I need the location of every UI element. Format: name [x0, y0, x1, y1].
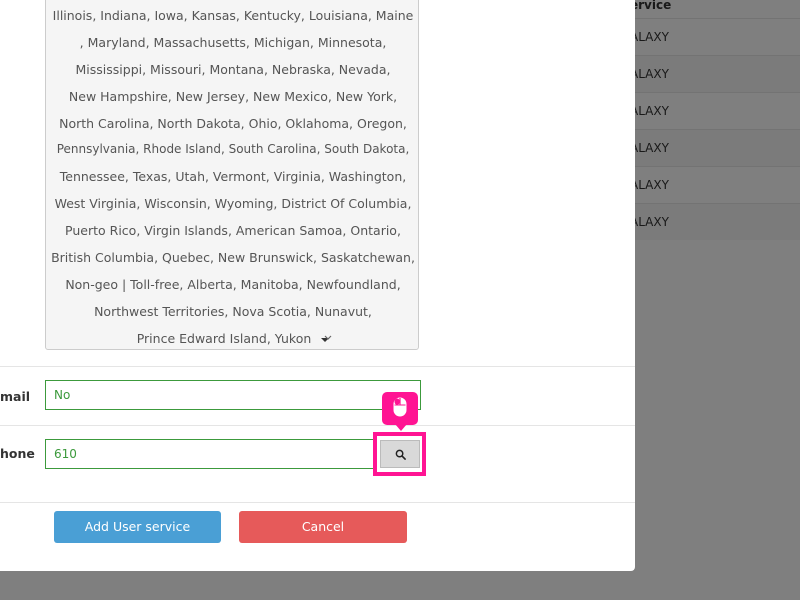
phone-field[interactable]: 610 — [45, 439, 377, 469]
state-option-line[interactable]: Illinois, Indiana, Iowa, Kansas, Kentuck… — [46, 8, 420, 23]
state-option-line[interactable]: West Virginia, Wisconsin, Wyoming, Distr… — [46, 196, 420, 211]
mouse-icon — [393, 397, 407, 421]
state-option-line[interactable]: Puerto Rico, Virgin Islands, American Sa… — [46, 223, 420, 238]
state-option-line[interactable]: North Carolina, North Dakota, Ohio, Okla… — [46, 116, 420, 131]
page: ervice ALAXY ALAXY ALAXY ALAXY ALAXY ALA… — [0, 0, 800, 600]
state-option-text[interactable]: Prince Edward Island, Yukon — [137, 331, 312, 346]
email-label: mail — [0, 389, 31, 404]
state-option-line[interactable]: Tennessee, Texas, Utah, Vermont, Virgini… — [46, 169, 420, 184]
phone-label: hone — [0, 446, 35, 461]
divider — [0, 425, 635, 426]
state-option-line-last[interactable]: Prince Edward Island, Yukon — [46, 331, 420, 346]
add-user-service-modal: Illinois, Indiana, Iowa, Kansas, Kentuck… — [0, 0, 635, 571]
search-icon[interactable] — [395, 445, 406, 464]
state-multiselect[interactable]: Illinois, Indiana, Iowa, Kansas, Kentuck… — [45, 0, 419, 350]
cancel-button[interactable]: Cancel — [239, 511, 407, 543]
state-option-line[interactable]: New Hampshire, New Jersey, New Mexico, N… — [46, 89, 420, 104]
state-option-line[interactable]: , Maryland, Massachusetts, Michigan, Min… — [46, 35, 420, 50]
state-option-line[interactable]: Northwest Territories, Nova Scotia, Nuna… — [46, 304, 420, 319]
divider — [0, 366, 635, 367]
chevron-down-icon[interactable] — [324, 334, 332, 344]
phone-search-button[interactable] — [380, 440, 420, 468]
divider — [0, 502, 635, 503]
state-option-line[interactable]: Mississippi, Missouri, Montana, Nebraska… — [46, 62, 420, 77]
add-user-service-button[interactable]: Add User service — [54, 511, 221, 543]
email-field[interactable]: No — [45, 380, 421, 410]
state-option-line[interactable]: Non-geo | Toll-free, Alberta, Manitoba, … — [46, 277, 420, 292]
state-option-line[interactable]: Pennsylvania, Rhode Island, South Caroli… — [46, 142, 420, 156]
mouse-click-indicator — [382, 392, 418, 431]
state-option-line[interactable]: British Columbia, Quebec, New Brunswick,… — [46, 250, 420, 265]
